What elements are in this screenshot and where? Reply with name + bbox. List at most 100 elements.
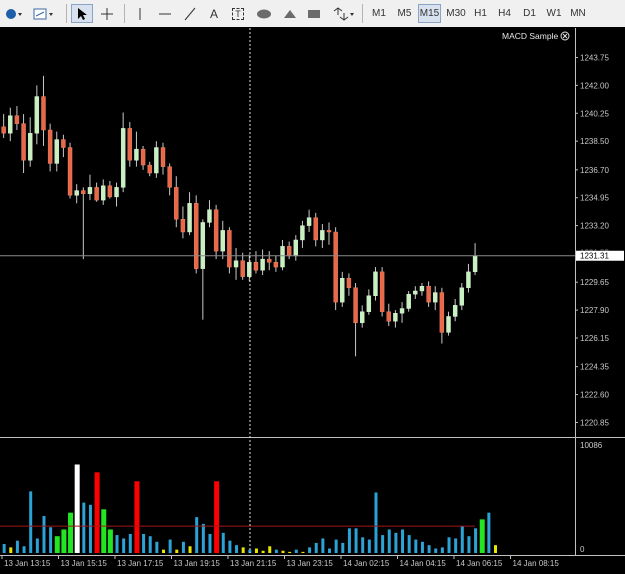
volume-bar [281, 550, 285, 553]
current-price-label: 1231.31 [580, 252, 609, 261]
candle-body-down [267, 258, 272, 263]
chevron-down-icon [350, 12, 354, 16]
volume-bar [494, 545, 497, 553]
timeframe-m15[interactable]: M15 [418, 4, 441, 23]
candle-body-up [393, 313, 398, 322]
volume-bar [394, 532, 398, 553]
candle-body-down [227, 230, 232, 268]
volume-bar [328, 548, 331, 553]
volume-bar [94, 472, 100, 553]
candle-body-up [419, 285, 425, 292]
candle-body-up [360, 311, 365, 324]
candle-body-down [21, 123, 26, 161]
time-axis-label: 14 Jan 06:15 [456, 559, 503, 568]
candle-body-up [320, 230, 325, 241]
volume-bar [434, 548, 438, 553]
volume-bar [401, 529, 405, 553]
volume-bar [155, 541, 159, 553]
chart-templates-dropdown[interactable] [32, 4, 58, 23]
crosshair-tool[interactable] [96, 4, 118, 23]
timeframe-d1[interactable]: D1 [518, 4, 541, 23]
timeframe-mn[interactable]: MN [567, 4, 589, 23]
crosshair-icon [101, 7, 113, 20]
volume-bar [294, 549, 298, 553]
indicators-dropdown[interactable] [3, 4, 27, 23]
candle-body-down [439, 292, 445, 333]
volume-bar [15, 540, 19, 553]
candle-body-down [346, 278, 352, 288]
candle-body-down [386, 311, 391, 322]
candle-body-up [433, 292, 438, 303]
trendline-tool[interactable] [180, 4, 200, 23]
volume-bar [460, 526, 464, 553]
candle [67, 142, 73, 199]
time-axis-label: 13 Jan 13:15 [4, 559, 51, 568]
volume-bar [241, 547, 245, 553]
timeframe-m5[interactable]: M5 [393, 4, 416, 23]
volume-bar [228, 540, 232, 553]
volume-bar [188, 546, 192, 553]
horizontal-line-tool[interactable] [154, 4, 176, 23]
volume-bar [107, 529, 113, 553]
volume-bar [420, 541, 424, 553]
candle-body-down [353, 287, 358, 324]
volume-bar [261, 550, 265, 553]
rectangle-tool[interactable] [302, 4, 326, 23]
ellipse-tool[interactable] [252, 4, 276, 23]
price-axis-label: 1242.00 [580, 81, 609, 90]
volume-bar [162, 549, 165, 553]
time-axis-label: 13 Jan 17:15 [117, 559, 164, 568]
candle-body-up [300, 225, 305, 241]
timeframe-m30[interactable]: M30 [444, 4, 468, 23]
timeframe-w1[interactable]: W1 [543, 4, 565, 23]
toolbar: A T M1 M5 M15 M30 H1 H4 D1 W1 MN [0, 0, 625, 28]
price-axis-label: 1240.25 [580, 109, 609, 118]
arrows-dropdown[interactable] [330, 4, 358, 23]
candle-body-up [220, 230, 225, 252]
price-pane: 1243.75 1242.00 1240.25 1238.50 1236.70 1234.… [0, 27, 625, 574]
volume-bar [387, 529, 391, 553]
candle-body-up [101, 185, 106, 201]
text-tool[interactable]: A [204, 4, 224, 23]
candle-body-down [41, 96, 46, 131]
candle-body-down [286, 246, 292, 257]
cursor-tool[interactable] [71, 4, 93, 23]
time-axis-label: 13 Jan 23:15 [287, 559, 334, 568]
volume-bar [68, 512, 74, 553]
timeframe-h4[interactable]: H4 [493, 4, 516, 23]
price-axis-label: 1226.15 [580, 334, 609, 343]
vertical-line-tool[interactable] [130, 4, 150, 23]
timeframe-m1[interactable]: M1 [367, 4, 391, 23]
text-label-tool[interactable]: T [228, 4, 248, 23]
volume-bar [407, 535, 411, 553]
volume-bar [301, 551, 305, 553]
volume-bar [35, 538, 39, 553]
candle-body-up [293, 239, 298, 257]
volume-bar [9, 547, 13, 553]
volume-bar [42, 516, 46, 553]
volume-bar [201, 523, 205, 553]
candle-body-up [373, 271, 378, 296]
price-axis-label: 1224.35 [580, 363, 609, 372]
volume-bar [22, 546, 26, 553]
volume-bar [235, 545, 239, 553]
candle-body-down [273, 262, 279, 268]
volume-bar [274, 549, 278, 553]
candle-body-down [47, 129, 53, 164]
candle-body-up [87, 187, 93, 194]
candle-body-up [452, 305, 458, 317]
time-axis-label: 13 Jan 21:15 [230, 559, 277, 568]
chart-background [0, 27, 625, 574]
cursor-arrow-icon [78, 7, 87, 20]
triangle-icon [284, 9, 296, 18]
chart-area[interactable]: 1243.75 1242.00 1240.25 1238.50 1236.70 1234.… [0, 27, 625, 574]
candle-body-down [127, 128, 133, 161]
candle-body-down [147, 164, 152, 174]
candle-body-up [207, 209, 212, 223]
volume-bar [214, 481, 220, 553]
volume-bar [122, 538, 126, 553]
volume-bar [168, 539, 172, 553]
candle-body-up [28, 132, 33, 161]
triangle-tool[interactable] [278, 4, 302, 23]
timeframe-h1[interactable]: H1 [470, 4, 491, 23]
